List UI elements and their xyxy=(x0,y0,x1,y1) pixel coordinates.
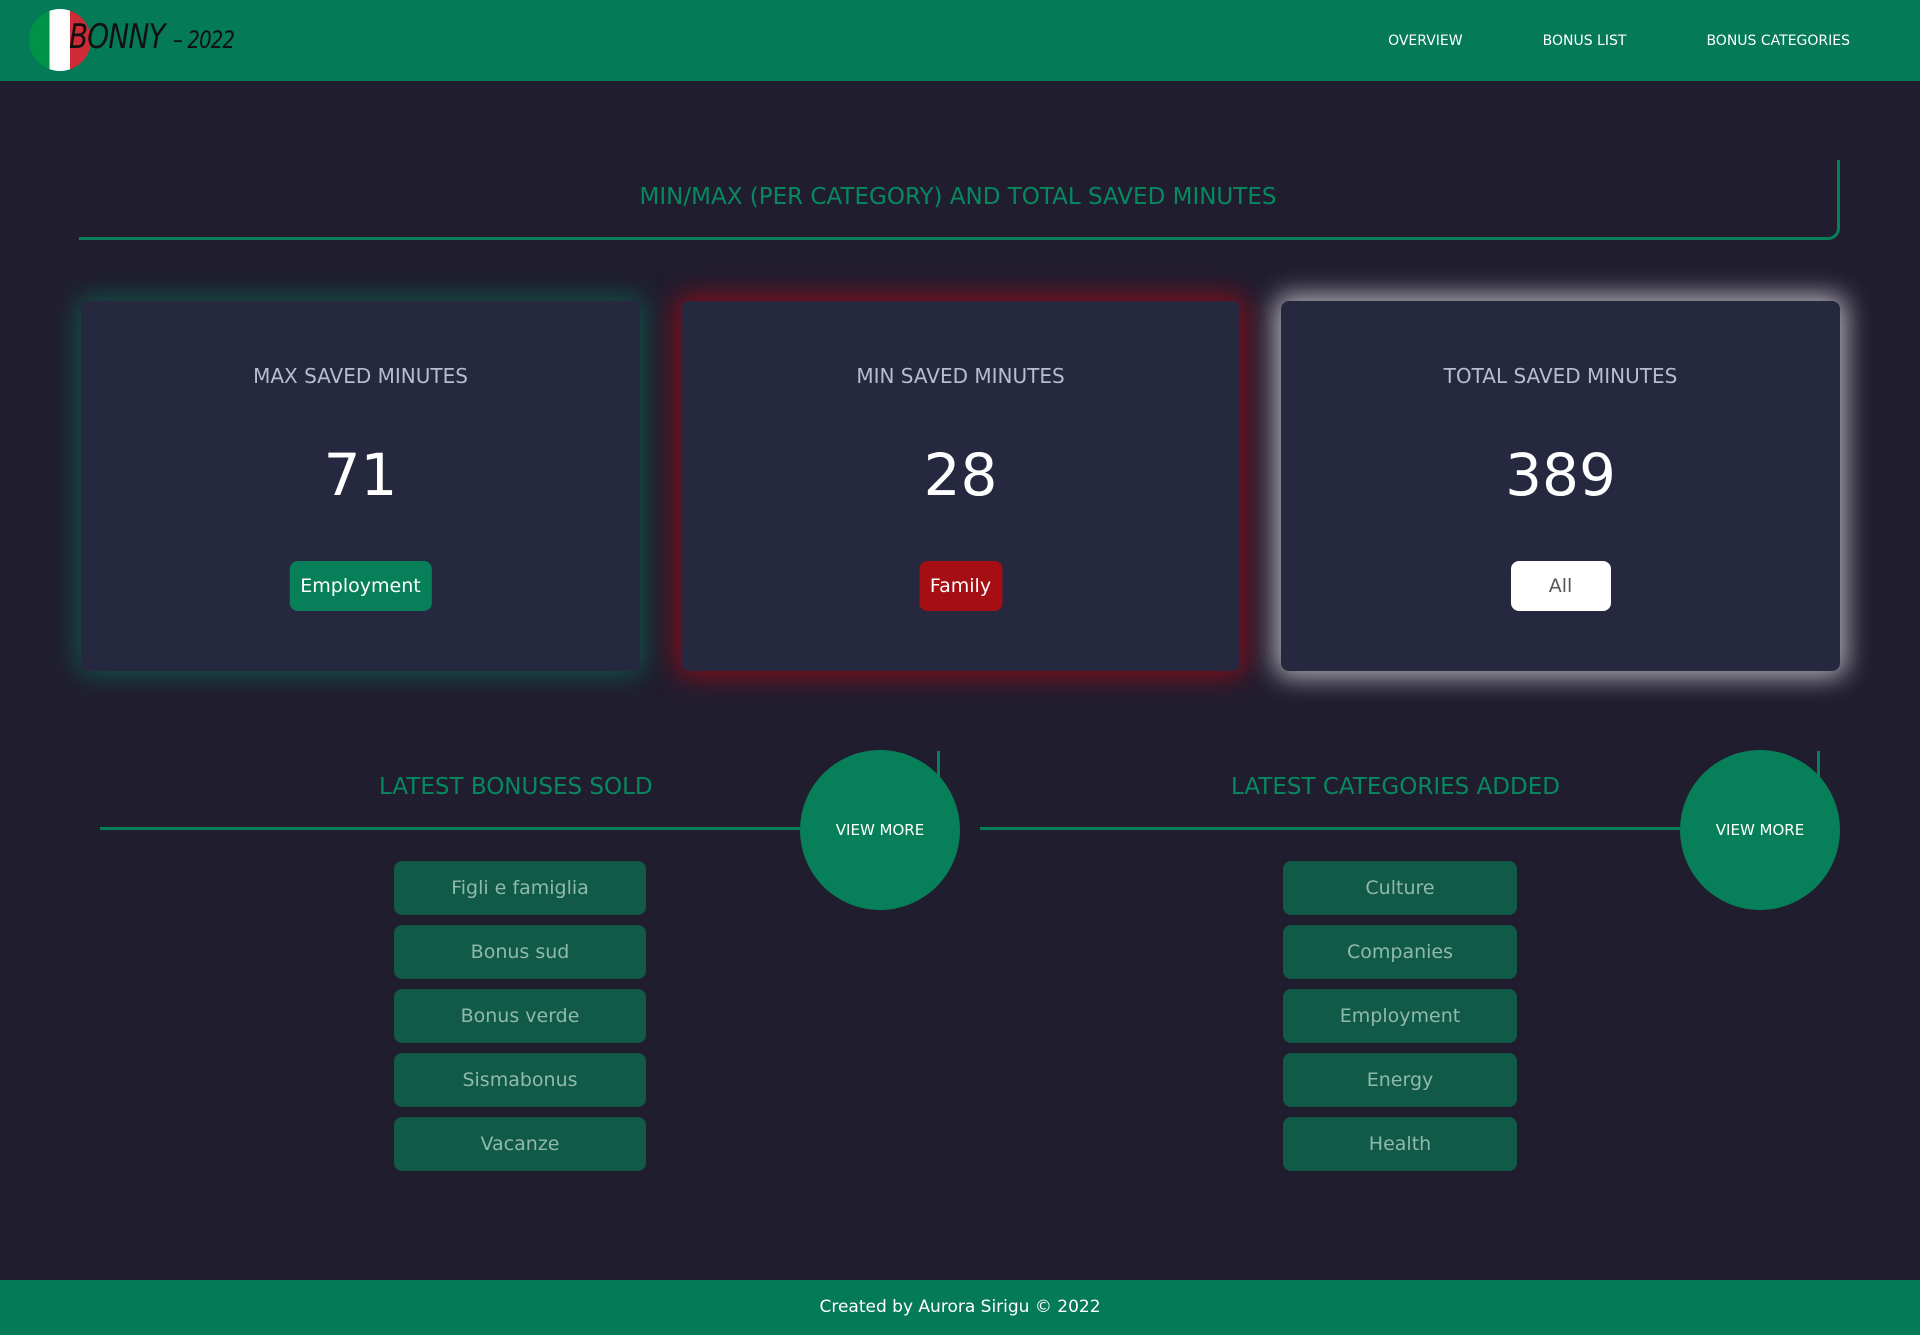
card-value: 28 xyxy=(923,441,998,509)
header: BONNY – 2022 OVERVIEW BONUS LIST BONUS CA… xyxy=(0,0,1920,81)
card-value: 389 xyxy=(1505,441,1616,509)
logo[interactable]: BONNY – 2022 xyxy=(29,9,239,73)
list-item[interactable]: Bonus sud xyxy=(394,925,646,979)
footer: Created by Aurora Sirigu © 2022 xyxy=(0,1280,1920,1335)
latest-categories-list: Culture Companies Employment Energy Heal… xyxy=(1283,861,1517,1181)
max-saved-card: MAX SAVED MINUTES 71 Employment xyxy=(81,301,640,671)
latest-categories-divider xyxy=(980,827,1680,830)
card-value: 71 xyxy=(323,441,398,509)
total-saved-card: TOTAL SAVED MINUTES 389 All xyxy=(1281,301,1840,671)
card-label: TOTAL SAVED MINUTES xyxy=(1443,364,1678,388)
main-nav: OVERVIEW BONUS LIST BONUS CATEGORIES xyxy=(1388,0,1850,81)
logo-year: – 2022 xyxy=(172,26,235,54)
min-saved-card: MIN SAVED MINUTES 28 Family xyxy=(681,301,1240,671)
latest-bonuses-list: Figli e famiglia Bonus sud Bonus verde S… xyxy=(394,861,646,1181)
card-label: MAX SAVED MINUTES xyxy=(253,364,468,388)
list-item[interactable]: Vacanze xyxy=(394,1117,646,1171)
section-title-box: MIN/MAX (PER CATEGORY) AND TOTAL SAVED M… xyxy=(79,160,1840,240)
list-item[interactable]: Sismabonus xyxy=(394,1053,646,1107)
category-badge[interactable]: All xyxy=(1510,561,1611,611)
category-badge[interactable]: Employment xyxy=(289,561,432,611)
nav-bonus-categories[interactable]: BONUS CATEGORIES xyxy=(1706,33,1850,49)
list-item[interactable]: Culture xyxy=(1283,861,1517,915)
logo-name: BONNY xyxy=(69,17,166,57)
list-item[interactable]: Employment xyxy=(1283,989,1517,1043)
nav-overview[interactable]: OVERVIEW xyxy=(1388,33,1463,49)
card-label: MIN SAVED MINUTES xyxy=(856,364,1065,388)
view-more-bonuses-button[interactable]: VIEW MORE xyxy=(800,750,960,910)
latest-bonuses-title: LATEST BONUSES SOLD xyxy=(379,774,653,800)
category-badge[interactable]: Family xyxy=(918,561,1003,611)
list-item[interactable]: Companies xyxy=(1283,925,1517,979)
list-item[interactable]: Health xyxy=(1283,1117,1517,1171)
view-more-categories-button[interactable]: VIEW MORE xyxy=(1680,750,1840,910)
list-item[interactable]: Bonus verde xyxy=(394,989,646,1043)
latest-bonuses-divider xyxy=(100,827,800,830)
list-item[interactable]: Figli e famiglia xyxy=(394,861,646,915)
logo-text: BONNY – 2022 xyxy=(69,17,235,57)
list-item[interactable]: Energy xyxy=(1283,1053,1517,1107)
nav-bonus-list[interactable]: BONUS LIST xyxy=(1543,33,1627,49)
section-title: MIN/MAX (PER CATEGORY) AND TOTAL SAVED M… xyxy=(639,184,1277,210)
latest-categories-title: LATEST CATEGORIES ADDED xyxy=(1231,774,1560,800)
